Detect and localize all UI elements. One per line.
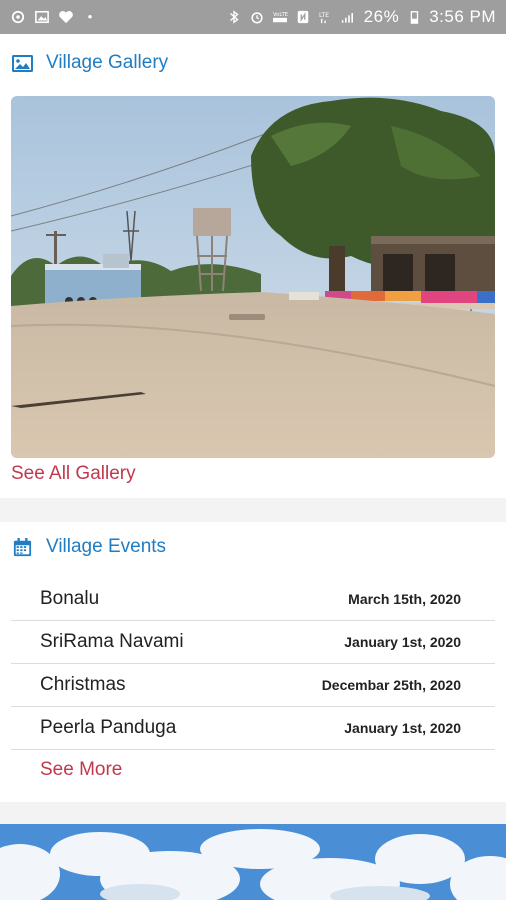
- event-date: January 1st, 2020: [344, 720, 461, 736]
- event-date: January 1st, 2020: [344, 634, 461, 650]
- clouds-image: [0, 824, 506, 900]
- battery-icon: [410, 11, 419, 24]
- see-more-events-link[interactable]: See More: [40, 759, 122, 781]
- status-right-icons: VoLTE LTE 26% 3:56 PM: [226, 7, 496, 27]
- event-name: Peerla Panduga: [40, 717, 177, 738]
- event-date: Decembar 25th, 2020: [321, 677, 461, 693]
- sky-banner-image: [0, 824, 506, 900]
- svg-text:VoLTE: VoLTE: [273, 12, 288, 18]
- events-header: Village Events: [11, 536, 166, 558]
- battery-percent: 26%: [363, 7, 400, 26]
- event-row-christmas[interactable]: Christmas Decembar 25th, 2020: [11, 664, 495, 707]
- gallery-photo[interactable]: [11, 96, 495, 458]
- lte-icon: LTE: [319, 12, 329, 24]
- nfc-icon: [297, 10, 308, 24]
- events-title: Village Events: [46, 536, 167, 557]
- calendar-icon: [13, 537, 32, 556]
- sync-icon: [11, 10, 25, 24]
- image-icon: [35, 10, 49, 24]
- status-left-icons: •: [10, 10, 98, 24]
- svg-text:LTE: LTE: [319, 12, 329, 19]
- event-date: March 15th, 2020: [348, 591, 461, 607]
- village-road-photo: [11, 96, 495, 458]
- event-name: Bonalu: [40, 588, 100, 609]
- event-row-srirama-navami[interactable]: SriRama Navami January 1st, 2020: [11, 621, 495, 664]
- bluetooth-icon: [229, 10, 239, 24]
- alarm-icon: [251, 12, 263, 24]
- signal-icon: [341, 13, 353, 23]
- gallery-title: Village Gallery: [46, 52, 169, 73]
- event-row-bonalu[interactable]: Bonalu March 15th, 2020: [11, 578, 495, 621]
- events-list: Bonalu March 15th, 2020 SriRama Navami J…: [11, 578, 495, 750]
- event-name: Christmas: [40, 674, 126, 695]
- status-bar: • VoLTE LTE 26% 3:56 PM: [0, 0, 506, 34]
- heart-icon: [59, 11, 73, 24]
- gallery-header: Village Gallery: [11, 52, 168, 74]
- volte-icon: VoLTE: [272, 12, 288, 23]
- see-all-gallery-link[interactable]: See All Gallery: [11, 463, 136, 485]
- event-row-peerla-panduga[interactable]: Peerla Panduga January 1st, 2020: [11, 707, 495, 750]
- dot-icon: •: [87, 9, 93, 24]
- events-card: Village Events Bonalu March 15th, 2020 S…: [0, 522, 506, 802]
- clock: 3:56 PM: [429, 7, 496, 26]
- image-icon: [12, 54, 33, 72]
- event-name: SriRama Navami: [40, 631, 184, 652]
- gallery-card: Village Gallery See All Gallery: [0, 34, 506, 498]
